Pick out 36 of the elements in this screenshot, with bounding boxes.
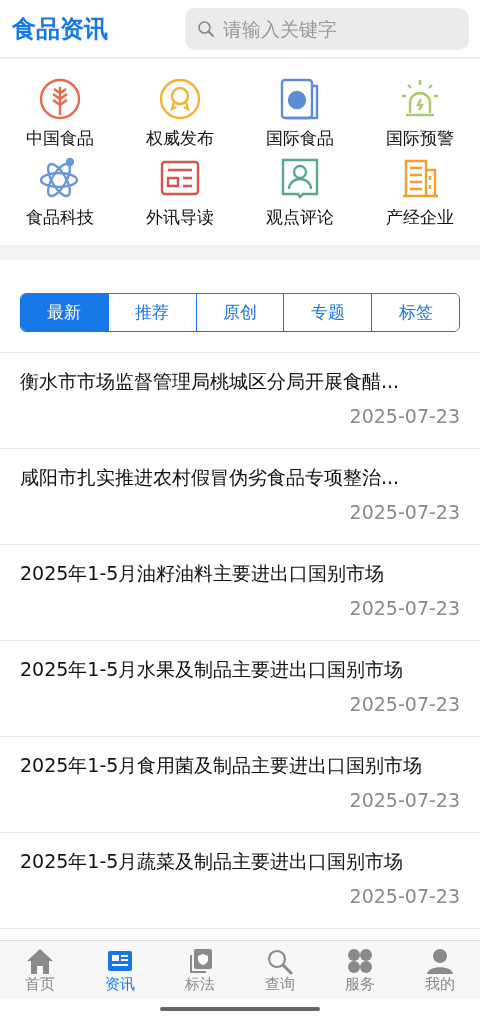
article-title: 2025年1-5月蔬菜及制品主要进出口国别市场 [20,849,405,874]
grid-icon [345,946,375,975]
tab[interactable]: 最新 [21,294,108,331]
category-item[interactable]: 产经企业 [360,156,480,229]
nav-tab[interactable]: 查询 [250,946,310,994]
article-title: 咸阳市扎实推进农村假冒伪劣食品专项整治... [20,465,401,490]
article-date: 2025-07-23 [349,693,460,715]
home-icon [25,946,55,975]
category-item[interactable]: 观点评论 [240,156,360,229]
search-field[interactable]: 请输入关键字 [185,7,469,50]
article-title: 2025年1-5月油籽油料主要进出口国别市场 [20,561,386,586]
category-item[interactable]: 中国食品 [0,77,120,150]
article-item[interactable]: 2025年1-5月蔬菜及制品主要进出口国别市场 2025-07-23 [0,833,480,929]
article-item[interactable]: 2025年1-5月油籽油料主要进出口国别市场 2025-07-23 [0,545,480,641]
article-date: 2025-07-23 [349,597,460,619]
article-item[interactable]: 衡水市市场监督管理局桃城区分局开展食醋... 2025-07-23 [0,353,480,449]
article-date: 2025-07-23 [349,885,460,907]
category-item[interactable]: 外讯导读 [120,156,240,229]
article-title: 2025年1-5月水果及制品主要进出口国别市场 [20,657,405,682]
nav-tab[interactable]: 标法 [170,946,230,994]
nav-tab[interactable]: 资讯 [90,946,150,994]
user-icon [425,946,455,975]
article-item[interactable]: 咸阳市扎实推进农村假冒伪劣食品专项整治... 2025-07-23 [0,449,480,545]
category-item[interactable]: 国际食品 [240,77,360,150]
article-item[interactable]: 2025年1-5月食用菌及制品主要进出口国别市场 2025-07-23 [0,737,480,833]
app-title: 食品资讯 [12,13,108,45]
article-date: 2025-07-23 [349,405,460,427]
article-item[interactable]: 2025年1-5月水果及制品主要进出口国别市场 2025-07-23 [0,641,480,737]
article-date: 2025-07-23 [349,789,460,811]
article-title: 衡水市市场监督管理局桃城区分局开展食醋... [20,369,401,394]
category-item[interactable]: 食品科技 [0,156,120,229]
tab[interactable]: 标签 [371,294,459,331]
category-item[interactable]: 权威发布 [120,77,240,150]
category-item[interactable]: 国际预警 [360,77,480,150]
article-date: 2025-07-23 [349,501,460,523]
article-title: 2025年1-5月食用菌及制品主要进出口国别市场 [20,753,424,778]
